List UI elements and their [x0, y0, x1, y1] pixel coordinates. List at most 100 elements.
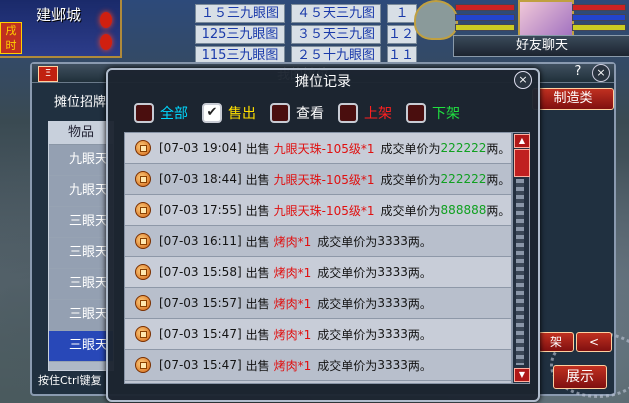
- stall-records-dialog: 摊位记录 × 全部 ✔ 售出 查看 上架 下架 [07-03 19:04] 出售…: [106, 68, 540, 402]
- record-unit: 两。: [407, 296, 432, 311]
- show-button[interactable]: 展示: [553, 365, 607, 389]
- record-unit: 两。: [407, 327, 432, 342]
- record-action: 出售: [245, 327, 270, 342]
- anger-bar: [572, 24, 626, 31]
- hero-status-bars: [572, 4, 626, 34]
- rank-strip: １５三九眼图 ４５天三九图 １ 125三九眼图 ３５天三九图 １２５ 115三九…: [195, 4, 420, 65]
- record-row: [07-03 15:57] 出售 烤肉*1 成交单价为 3333 两。: [125, 288, 511, 319]
- scroll-thumb[interactable]: [514, 149, 530, 177]
- record-unit: 两。: [407, 358, 432, 373]
- record-time: [07-03 16:11]: [159, 234, 242, 248]
- list-item[interactable]: 九眼天: [49, 176, 113, 207]
- record-price: 222222: [440, 172, 487, 186]
- filter-all[interactable]: 全部: [134, 102, 188, 124]
- record-time: [07-03 19:04]: [159, 141, 242, 155]
- record-price: 3333: [377, 327, 408, 341]
- time-badge: 戌时: [0, 22, 22, 54]
- category-button[interactable]: 制造类: [532, 88, 614, 110]
- list-item[interactable]: 三眼天: [49, 207, 113, 238]
- record-row: [07-03 17:55] 出售 九眼天珠-105级*1 成交单价为 888888…: [125, 195, 511, 226]
- hero-avatar[interactable]: [518, 0, 574, 40]
- record-price: 3333: [377, 358, 408, 372]
- record-action: 出售: [245, 203, 270, 218]
- hp-bar: [572, 4, 626, 11]
- filter-delisted[interactable]: 下架: [406, 102, 460, 124]
- record-time: [07-03 15:47]: [159, 327, 242, 341]
- record-item: 九眼天珠-105级*1: [273, 172, 375, 187]
- checkbox-listed[interactable]: [338, 103, 358, 123]
- stall-window-icon: Ξ: [38, 66, 58, 82]
- pet-avatar[interactable]: [414, 0, 458, 40]
- list-item-selected[interactable]: 三眼天: [49, 331, 113, 362]
- scroll-down-icon[interactable]: ▼: [514, 368, 530, 382]
- list-item[interactable]: 三眼天: [49, 269, 113, 300]
- stall-item-list: 物品 九眼天 九眼天 三眼天 三眼天 三眼天 三眼天 三眼天: [48, 121, 114, 371]
- help-button[interactable]: ?: [570, 64, 586, 80]
- record-filters: 全部 ✔ 售出 查看 上架 下架: [134, 102, 514, 124]
- record-action: 出售: [245, 172, 270, 187]
- record-price: 3333: [377, 234, 408, 248]
- dialog-close-button[interactable]: ×: [514, 71, 532, 89]
- list-item[interactable]: 三眼天: [49, 300, 113, 331]
- filter-sold[interactable]: ✔ 售出: [202, 102, 256, 124]
- record-price-label: 成交单价为: [317, 296, 378, 311]
- checkbox-all[interactable]: [134, 103, 154, 123]
- record-row: [07-03 19:04] 出售 九眼天珠-105级*1 成交单价为 222222…: [125, 133, 511, 164]
- list-item[interactable]: 三眼天: [49, 238, 113, 269]
- record-row: [07-03 15:58] 出售 烤肉*1 成交单价为 3333 两。: [125, 257, 511, 288]
- scroll-track[interactable]: [516, 179, 524, 365]
- record-item: 烤肉*1: [273, 327, 312, 342]
- record-row: [07-03 16:11] 出售 烤肉*1 成交单价为 3333 两。: [125, 226, 511, 257]
- record-row: [07-03 15:47] 出售 烤肉*1 成交单价为 3333 两。: [125, 319, 511, 350]
- stall-sign-label: 摊位招牌: [54, 95, 107, 110]
- record-unit: 两。: [407, 234, 432, 249]
- coin-icon: [135, 140, 151, 156]
- record-price-label: 成交单价为: [380, 141, 441, 156]
- coin-icon: [135, 171, 151, 187]
- record-item: 烤肉*1: [273, 234, 312, 249]
- filter-listed[interactable]: 上架: [338, 102, 392, 124]
- coin-icon: [135, 264, 151, 280]
- rank-cell: １: [387, 4, 417, 23]
- dialog-title: 摊位记录: [295, 74, 351, 90]
- record-price-label: 成交单价为: [380, 203, 441, 218]
- record-time: [07-03 15:58]: [159, 265, 242, 279]
- record-price-label: 成交单价为: [317, 234, 378, 249]
- checkbox-sold[interactable]: ✔: [202, 103, 222, 123]
- rank-cell: １２５: [387, 25, 417, 44]
- filter-all-label: 全部: [160, 106, 188, 122]
- scroll-up-icon[interactable]: ▲: [514, 134, 530, 148]
- friends-chat-tab[interactable]: 好友聊天: [453, 35, 629, 57]
- coin-icon: [135, 233, 151, 249]
- mp-bar: [455, 14, 515, 21]
- record-item: 烤肉*1: [273, 265, 312, 280]
- shelve-button[interactable]: 架: [538, 332, 574, 352]
- record-unit: 两。: [486, 203, 511, 218]
- rank-cell: ４５天三九图: [291, 4, 381, 23]
- list-item[interactable]: 九眼天: [49, 145, 113, 176]
- filter-viewed-label: 查看: [296, 106, 324, 122]
- record-action: 出售: [245, 234, 270, 249]
- page-prev-button[interactable]: <: [576, 332, 612, 352]
- record-item: 九眼天珠-105级*1: [273, 203, 375, 218]
- record-row: [07-03 15:47] 出售 烤肉*1 成交单价为 3333 两。: [125, 350, 511, 381]
- filter-delisted-label: 下架: [432, 106, 460, 122]
- record-time: [07-03 15:47]: [159, 358, 242, 372]
- filter-viewed[interactable]: 查看: [270, 102, 324, 124]
- lantern-icon: [100, 12, 112, 28]
- lantern-icon: [100, 34, 112, 50]
- checkbox-delisted[interactable]: [406, 103, 426, 123]
- coin-icon: [135, 326, 151, 342]
- exp-bar: [455, 24, 515, 31]
- filter-sold-label: 售出: [228, 106, 256, 122]
- coin-icon: [135, 357, 151, 373]
- record-unit: 两。: [407, 265, 432, 280]
- stall-close-button[interactable]: ×: [592, 64, 610, 82]
- rank-cell: 125三九眼图: [195, 25, 285, 44]
- pet-status-bars: [455, 4, 515, 34]
- records-scrollbar[interactable]: ▲ ▼: [512, 132, 530, 384]
- records-list: [07-03 19:04] 出售 九眼天珠-105级*1 成交单价为 222222…: [124, 132, 512, 384]
- checkbox-viewed[interactable]: [270, 103, 290, 123]
- mp-bar: [572, 14, 626, 21]
- record-time: [07-03 15:57]: [159, 296, 242, 310]
